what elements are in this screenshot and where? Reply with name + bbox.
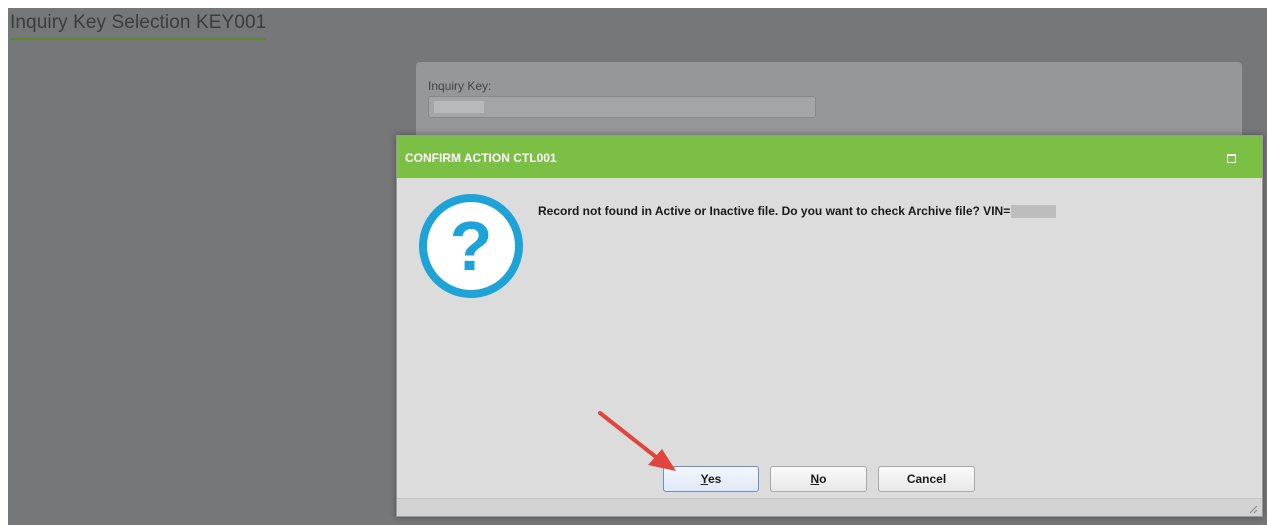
cancel-button[interactable]: Cancel [878,466,975,492]
maximize-icon[interactable] [1227,154,1236,163]
confirm-action-dialog: CONFIRM ACTION CTL001 ? Record not found… [396,135,1263,517]
dialog-header: CONFIRM ACTION CTL001 [397,136,1262,178]
no-button[interactable]: No [770,466,867,492]
svg-text:?: ? [450,207,493,285]
resize-grip-icon[interactable] [1248,504,1258,514]
inquiry-key-label: Inquiry Key: [428,79,492,93]
message-text: Record not found in Active or Inactive f… [538,204,1011,218]
question-icon: ? [419,194,523,298]
dialog-footer [397,498,1262,516]
dialog-message: Record not found in Active or Inactive f… [538,204,1057,219]
redacted-vin [1011,205,1057,219]
inquiry-key-panel: Inquiry Key: [416,62,1242,142]
red-arrow-pointer-icon [598,411,676,471]
dialog-title: CONFIRM ACTION CTL001 [405,151,557,165]
page-title: Inquiry Key Selection KEY001 [10,12,267,40]
redacted-value [434,101,484,113]
inquiry-key-input[interactable] [428,96,816,118]
